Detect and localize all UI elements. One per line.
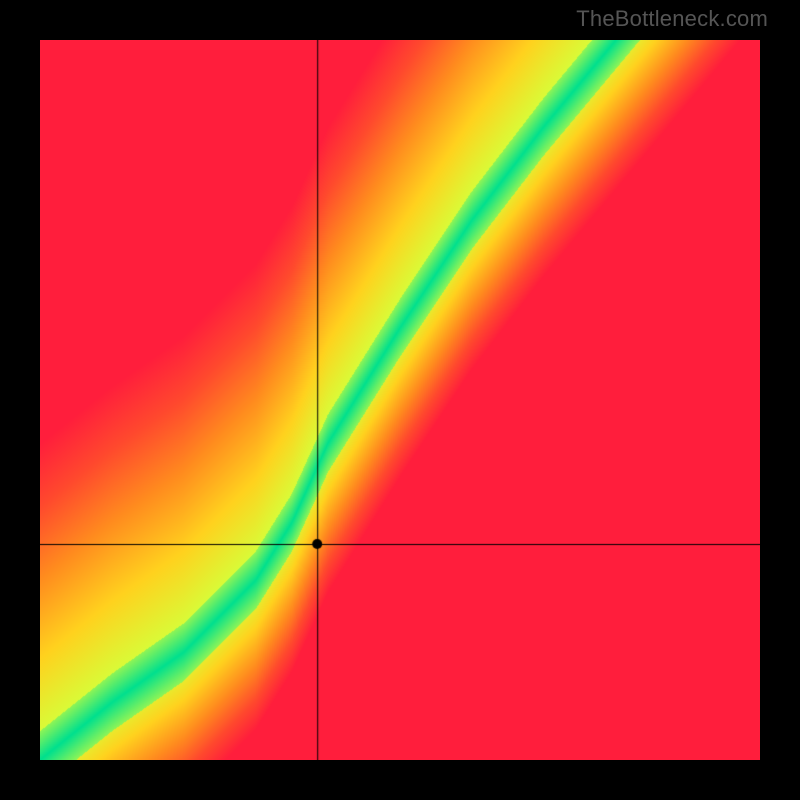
heatmap-canvas (40, 40, 760, 760)
attribution-label: TheBottleneck.com (576, 6, 768, 32)
chart-container: TheBottleneck.com (0, 0, 800, 800)
